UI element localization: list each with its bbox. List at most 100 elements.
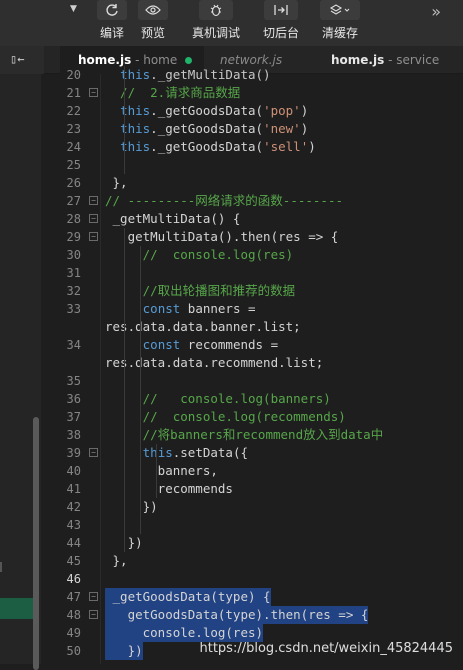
code-line[interactable]: 21− // 2.请求商品数据 bbox=[41, 84, 463, 102]
code-line[interactable]: 35 bbox=[41, 372, 463, 390]
code-line[interactable]: 34 const recommends = bbox=[41, 336, 463, 354]
fold-toggle-icon[interactable]: − bbox=[89, 448, 98, 457]
code-text: // console.log(recommends) bbox=[105, 409, 346, 424]
switch-background-icon bbox=[264, 0, 298, 20]
code-line[interactable]: 49 console.log(res) bbox=[41, 624, 463, 642]
dropdown-caret-icon[interactable]: ▼ bbox=[70, 4, 77, 14]
code-text: }, bbox=[105, 553, 128, 568]
tab-file-name: network.js bbox=[220, 53, 283, 67]
code-line[interactable]: 20 this._getMultiData() bbox=[41, 66, 463, 84]
line-number: 43 bbox=[66, 518, 81, 532]
indent-guide bbox=[124, 66, 125, 174]
fold-toggle-icon[interactable]: − bbox=[89, 88, 98, 97]
tab-file-name: home.js bbox=[331, 53, 385, 67]
fold-toggle-icon[interactable]: − bbox=[89, 232, 98, 241]
line-number: 23 bbox=[66, 122, 81, 136]
code-line[interactable]: 38 //将banners和recommend放入到data中 bbox=[41, 426, 463, 444]
line-number: 29 bbox=[66, 230, 81, 244]
more-icon[interactable]: » bbox=[431, 2, 441, 21]
background-label: 切后台 bbox=[262, 26, 299, 40]
toggle-sidebar-button[interactable]: ▯← bbox=[0, 46, 44, 74]
line-number: 32 bbox=[66, 284, 81, 298]
compile-button[interactable]: 编译 bbox=[96, 0, 128, 46]
preview-label: 预览 bbox=[140, 26, 165, 40]
watermark: https://blog.csdn.net/weixin_45824445 bbox=[199, 641, 453, 656]
code-line[interactable]: 48− getGoodsData(type).then(res => { bbox=[41, 606, 463, 624]
fold-toggle-icon[interactable]: − bbox=[89, 196, 98, 205]
code-line[interactable]: 41 recommends bbox=[41, 480, 463, 498]
code-text: getMultiData().then(res => { bbox=[105, 229, 339, 244]
code-line[interactable]: 37 // console.log(recommends) bbox=[41, 408, 463, 426]
code-line[interactable]: 22 this._getGoodsData('pop') bbox=[41, 102, 463, 120]
clear-cache-label: 清缓存 bbox=[321, 26, 358, 40]
indent-guide bbox=[156, 444, 157, 498]
line-number: 22 bbox=[66, 104, 81, 118]
code-line[interactable]: 27−// ---------网络请求的函数-------- bbox=[41, 192, 463, 210]
code-text: _getMultiData() { bbox=[105, 211, 241, 226]
file-tree-collapsed-panel bbox=[0, 74, 41, 670]
code-line[interactable]: 30 // console.log(res) bbox=[41, 246, 463, 264]
scrollbar[interactable] bbox=[33, 417, 39, 670]
tab-context: service bbox=[396, 53, 440, 67]
code-line[interactable]: 36 // console.log(banners) bbox=[41, 390, 463, 408]
code-line[interactable]: 40 banners, bbox=[41, 462, 463, 480]
line-number: 20 bbox=[66, 68, 81, 82]
line-number: 44 bbox=[66, 536, 81, 550]
code-line[interactable]: 47− _getGoodsData(type) { bbox=[41, 588, 463, 606]
line-number: 50 bbox=[66, 644, 81, 658]
code-text: console.log(res) bbox=[105, 624, 264, 642]
preview-button[interactable]: 预览 bbox=[137, 0, 169, 46]
code-text: }) bbox=[105, 642, 143, 660]
background-button[interactable]: 切后台 bbox=[260, 0, 302, 46]
tab-separator: - bbox=[131, 53, 144, 67]
fold-toggle-icon[interactable]: − bbox=[89, 610, 98, 619]
code-line[interactable]: 31 bbox=[41, 264, 463, 282]
code-text: this._getGoodsData('pop') bbox=[120, 103, 309, 118]
code-line[interactable]: res.data.data.recommend.list; bbox=[41, 354, 463, 372]
indent-guide bbox=[124, 228, 125, 552]
line-number: 48 bbox=[66, 608, 81, 622]
refresh-icon bbox=[97, 0, 127, 20]
code-text: this._getGoodsData('sell') bbox=[120, 139, 316, 154]
fold-toggle-icon[interactable]: − bbox=[89, 592, 98, 601]
indent-guide bbox=[140, 246, 141, 534]
code-line[interactable]: 23 this._getGoodsData('new') bbox=[41, 120, 463, 138]
code-line[interactable]: 24 this._getGoodsData('sell') bbox=[41, 138, 463, 156]
compile-label: 编译 bbox=[99, 26, 124, 40]
code-line[interactable]: 29− getMultiData().then(res => { bbox=[41, 228, 463, 246]
line-number: 33 bbox=[66, 302, 81, 316]
code-line[interactable]: 42 }) bbox=[41, 498, 463, 516]
tab-separator: - bbox=[384, 53, 397, 67]
line-number: 40 bbox=[66, 464, 81, 478]
code-line[interactable]: 46 bbox=[41, 570, 463, 588]
code-text: //将banners和recommend放入到data中 bbox=[105, 427, 384, 442]
code-line[interactable]: 32 //取出轮播图和推荐的数据 bbox=[41, 282, 463, 300]
line-number: 34 bbox=[66, 338, 81, 352]
line-number: 47 bbox=[66, 590, 81, 604]
code-line[interactable]: 33 const banners = bbox=[41, 300, 463, 318]
code-line[interactable]: 44 }) bbox=[41, 534, 463, 552]
layers-icon bbox=[320, 0, 360, 20]
clear-cache-button[interactable]: 清缓存 bbox=[318, 0, 362, 46]
device-debug-button[interactable]: 真机调试 bbox=[190, 0, 242, 46]
code-line[interactable]: 28− _getMultiData() { bbox=[41, 210, 463, 228]
code-line[interactable]: 43 bbox=[41, 516, 463, 534]
line-number: 38 bbox=[66, 428, 81, 442]
line-number: 45 bbox=[66, 554, 81, 568]
line-number: 28 bbox=[66, 212, 81, 226]
device-debug-label: 真机调试 bbox=[191, 26, 240, 40]
active-file-marker bbox=[0, 598, 33, 619]
code-line[interactable]: 26 }, bbox=[41, 174, 463, 192]
fold-toggle-icon[interactable]: − bbox=[89, 214, 98, 223]
code-line[interactable]: 39− this.setData({ bbox=[41, 444, 463, 462]
modified-dot-icon bbox=[185, 57, 193, 64]
code-text: getGoodsData(type).then(res => { bbox=[105, 606, 369, 624]
code-text: _getGoodsData(type) { bbox=[105, 588, 271, 606]
code-line[interactable]: 25 bbox=[41, 156, 463, 174]
marker bbox=[0, 562, 2, 572]
code-text: }, bbox=[105, 175, 128, 190]
code-text: res.data.data.banner.list; bbox=[105, 319, 301, 334]
code-line[interactable]: 45 }, bbox=[41, 552, 463, 570]
code-line[interactable]: res.data.data.banner.list; bbox=[41, 318, 463, 336]
collapse-sidebar-icon: ▯← bbox=[10, 52, 25, 66]
